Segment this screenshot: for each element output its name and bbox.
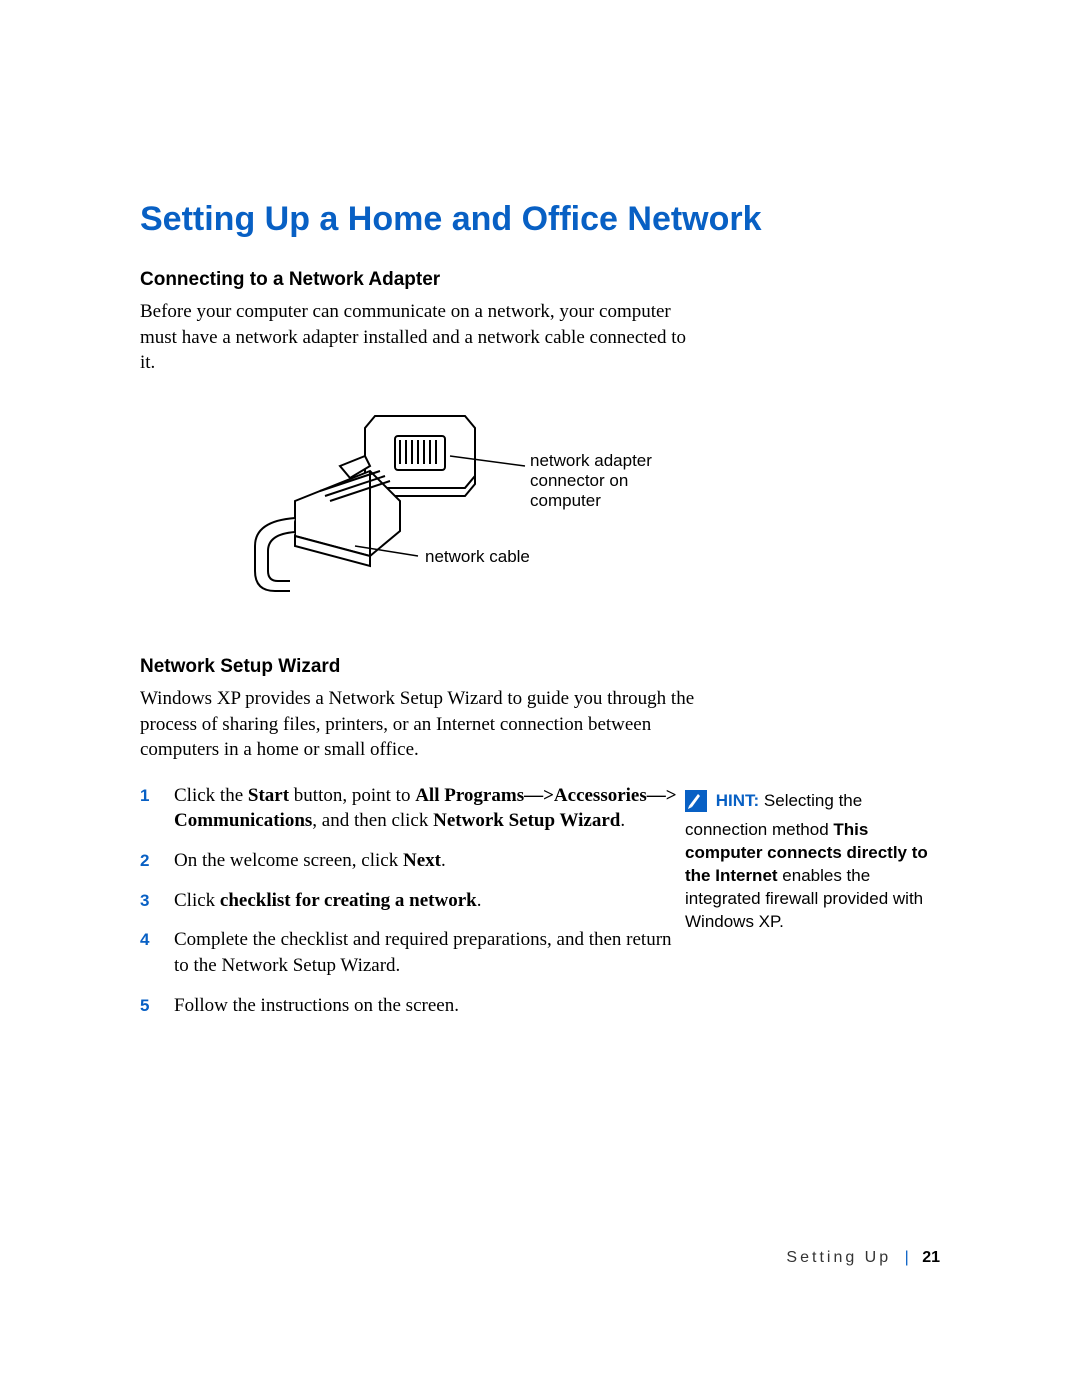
step-number: 4: [140, 929, 149, 952]
step-text: , and then click: [312, 810, 433, 831]
network-adapter-illustration: network adapter connector on computer ne…: [200, 406, 680, 616]
step-text: button, point to: [289, 785, 415, 806]
figure-label-adapter-1: network adapter: [530, 451, 652, 470]
step-5: 5 Follow the instructions on the screen.: [140, 993, 680, 1033]
step-4: 4 Complete the checklist and required pr…: [140, 927, 680, 992]
network-adapter-figure: network adapter connector on computer ne…: [200, 406, 940, 616]
step-number: 2: [140, 850, 149, 873]
step-bold: Start: [248, 785, 289, 806]
hint-label: HINT:: [716, 791, 759, 810]
figure-label-adapter-3: computer: [530, 491, 601, 510]
step-text: Click the: [174, 785, 248, 806]
subheading-connecting: Connecting to a Network Adapter: [140, 269, 940, 291]
paragraph-network-adapter: Before your computer can communicate on …: [140, 299, 700, 376]
pencil-icon: [685, 790, 707, 819]
step-1: 1 Click the Start button, point to All P…: [140, 783, 680, 848]
page-footer: Setting Up | 21: [786, 1249, 940, 1267]
step-number: 3: [140, 890, 149, 913]
step-number: 5: [140, 995, 149, 1018]
figure-label-adapter-2: connector on: [530, 471, 628, 490]
footer-page-number: 21: [922, 1249, 940, 1266]
step-bold: checklist for creating a network: [220, 890, 477, 911]
figure-label-cable: network cable: [425, 547, 530, 566]
step-number: 1: [140, 785, 149, 808]
step-text: Complete the checklist and required prep…: [174, 929, 672, 976]
subheading-wizard: Network Setup Wizard: [140, 656, 940, 678]
footer-section: Setting Up: [786, 1249, 891, 1266]
step-bold: Next: [403, 850, 441, 871]
step-bold: Network Setup Wizard: [433, 810, 620, 831]
step-3: 3 Click checklist for creating a network…: [140, 888, 680, 928]
hint-note: HINT: Selecting the connection method Th…: [685, 790, 945, 934]
step-text: .: [441, 850, 446, 871]
step-text: .: [620, 810, 625, 831]
page-title: Setting Up a Home and Office Network: [140, 200, 940, 239]
steps-list: 1 Click the Start button, point to All P…: [140, 783, 680, 1032]
paragraph-wizard: Windows XP provides a Network Setup Wiza…: [140, 686, 700, 763]
step-text: Click: [174, 890, 220, 911]
step-text: Follow the instructions on the screen.: [174, 995, 459, 1016]
footer-separator: |: [899, 1249, 915, 1266]
step-text: .: [477, 890, 482, 911]
step-2: 2 On the welcome screen, click Next.: [140, 848, 680, 888]
step-text: On the welcome screen, click: [174, 850, 403, 871]
